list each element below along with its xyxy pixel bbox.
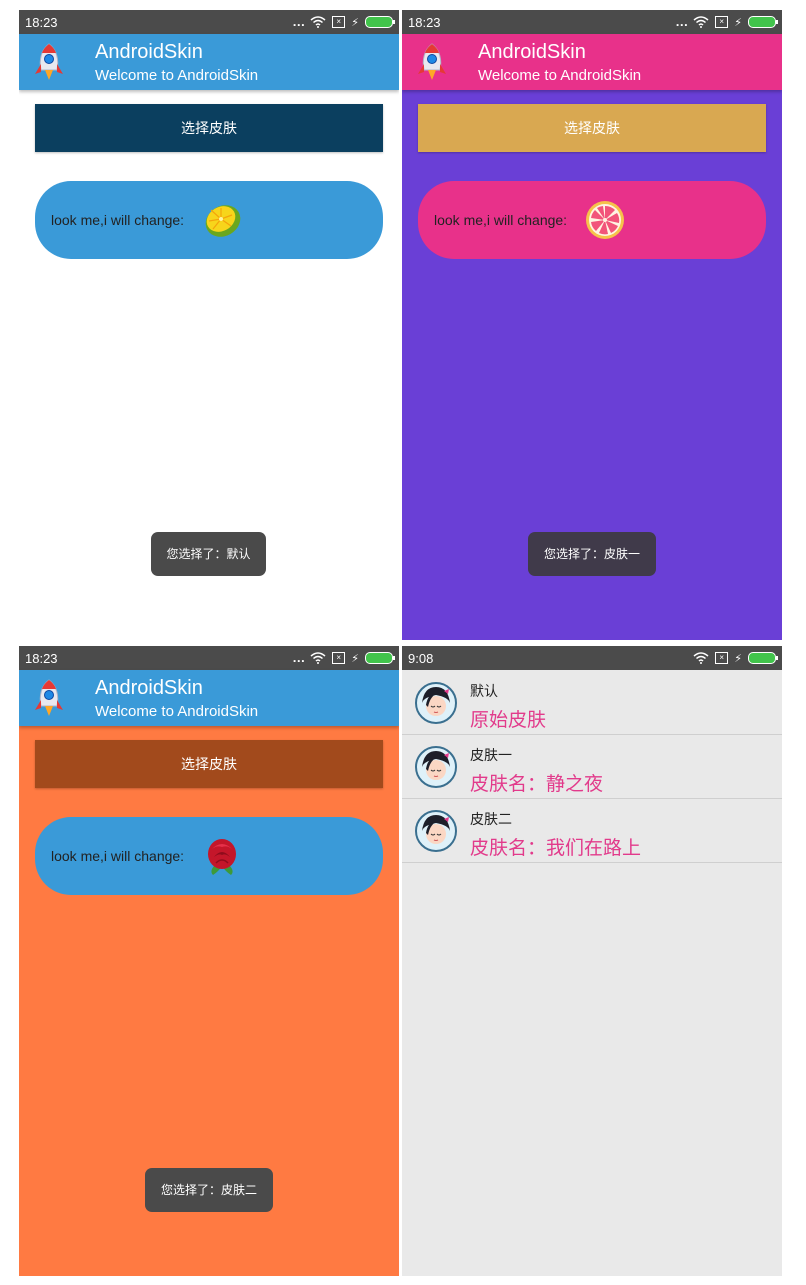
toast-message: 您选择了：默认: [151, 532, 266, 576]
battery-icon: [365, 16, 395, 28]
select-skin-button[interactable]: 选择皮肤: [35, 740, 383, 788]
status-icons: … × ⚡: [292, 650, 395, 666]
skin-list-item[interactable]: 皮肤一 皮肤名：静之夜: [402, 735, 782, 799]
charging-icon: ⚡: [351, 652, 359, 665]
no-sim-icon: ×: [332, 652, 346, 664]
wifi-icon: [693, 16, 709, 28]
status-bar: 18:23 … × ⚡: [402, 10, 782, 34]
pill-label: look me,i will change:: [51, 212, 185, 228]
select-skin-button[interactable]: 选择皮肤: [35, 104, 383, 152]
skin-item-title: 皮肤二: [470, 811, 512, 827]
screen-default-skin: 18:23 … × ⚡ AndroidSkin Welcome to Andro…: [19, 10, 399, 640]
status-time: 18:23: [408, 15, 441, 30]
status-time: 18:23: [25, 15, 58, 30]
app-bar: AndroidSkin Welcome to AndroidSkin: [19, 34, 399, 90]
status-time: 18:23: [25, 651, 58, 666]
app-title: AndroidSkin: [95, 677, 203, 699]
rose-icon: [208, 839, 236, 875]
app-bar: AndroidSkin Welcome to AndroidSkin: [19, 670, 399, 726]
grapefruit-icon: [586, 201, 624, 239]
skin-item-subtitle: 原始皮肤: [470, 710, 547, 731]
status-bar: 18:23 … × ⚡: [19, 10, 399, 34]
skin-list-screen: 9:08 × ⚡ 默认 原始皮肤 皮肤一 皮肤名：静之夜 皮肤二 皮肤名：我们在…: [402, 646, 782, 1276]
no-sim-icon: ×: [715, 652, 729, 664]
no-sim-icon: ×: [715, 16, 729, 28]
skin-item-title: 默认: [470, 683, 498, 699]
toast-message: 您选择了：皮肤一: [528, 532, 656, 576]
wifi-icon: [310, 652, 326, 664]
lime-icon: [205, 205, 241, 237]
screen-skin-one: 18:23 … × ⚡ AndroidSkin Welcome to Andro…: [402, 10, 782, 640]
toast-message: 您选择了：皮肤二: [145, 1168, 273, 1212]
select-skin-button[interactable]: 选择皮肤: [418, 104, 766, 152]
skin-item-subtitle: 皮肤名：我们在路上: [470, 838, 642, 859]
rocket-icon: [418, 43, 446, 80]
no-sim-icon: ×: [332, 16, 346, 28]
charging-icon: ⚡: [734, 16, 742, 29]
status-bar: 9:08 × ⚡: [402, 646, 782, 670]
change-pill: look me,i will change:: [35, 817, 383, 895]
more-dots-icon: …: [675, 14, 688, 29]
avatar-icon: [415, 810, 457, 852]
status-icons: … × ⚡: [675, 14, 778, 30]
app-subtitle: Welcome to AndroidSkin: [95, 703, 259, 720]
change-pill: look me,i will change:: [418, 181, 766, 259]
pill-label: look me,i will change:: [434, 212, 568, 228]
app-title: AndroidSkin: [95, 41, 203, 63]
status-icons: × ⚡: [693, 650, 778, 666]
wifi-icon: [693, 652, 709, 664]
app-bar: AndroidSkin Welcome to AndroidSkin: [402, 34, 782, 90]
avatar-icon: [415, 682, 457, 724]
status-icons: … × ⚡: [292, 14, 395, 30]
battery-icon: [748, 652, 778, 664]
avatar-icon: [415, 746, 457, 788]
skin-list-item[interactable]: 皮肤二 皮肤名：我们在路上: [402, 799, 782, 863]
more-dots-icon: …: [292, 14, 305, 29]
rocket-icon: [35, 43, 63, 80]
charging-icon: ⚡: [734, 652, 742, 665]
status-time: 9:08: [408, 651, 434, 666]
more-dots-icon: …: [292, 650, 305, 665]
skin-item-title: 皮肤一: [470, 747, 512, 763]
battery-icon: [748, 16, 778, 28]
rocket-icon: [35, 679, 63, 716]
charging-icon: ⚡: [351, 16, 359, 29]
skin-item-subtitle: 皮肤名：静之夜: [470, 774, 604, 795]
app-subtitle: Welcome to AndroidSkin: [478, 67, 642, 84]
app-subtitle: Welcome to AndroidSkin: [95, 67, 259, 84]
app-title: AndroidSkin: [478, 41, 586, 63]
wifi-icon: [310, 16, 326, 28]
battery-icon: [365, 652, 395, 664]
status-bar: 18:23 … × ⚡: [19, 646, 399, 670]
pill-label: look me,i will change:: [51, 848, 185, 864]
skin-list-item[interactable]: 默认 原始皮肤: [402, 671, 782, 735]
change-pill: look me,i will change:: [35, 181, 383, 259]
screen-skin-two: 18:23 … × ⚡ AndroidSkin Welcome to Andro…: [19, 646, 399, 1276]
